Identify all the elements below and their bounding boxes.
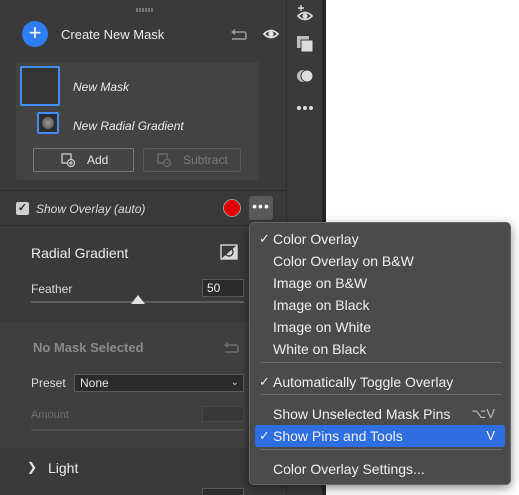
mask-thumbnail[interactable] [20,66,60,106]
component-name[interactable]: New Radial Gradient [73,119,184,133]
menu-item[interactable]: Image on Black [255,294,505,316]
panel-grip[interactable] [136,8,154,12]
no-mask-title: No Mask Selected [33,340,144,355]
menu-item-label: Image on Black [273,297,370,313]
create-mask-button[interactable]: + [22,21,48,47]
menu-item-label: Show Pins and Tools [273,428,403,444]
overlay-options-button[interactable]: ••• [249,196,273,220]
menu-item-label: Image on White [273,319,372,335]
add-button[interactable]: Add [33,148,134,172]
add-button-label: Add [87,153,109,167]
menu-separator [260,394,502,395]
overlap-circles-icon[interactable] [295,66,315,86]
subtract-button[interactable]: Subtract [143,148,241,172]
menu-item-shortcut: ⌥V [471,406,495,421]
divider [0,190,286,191]
menu-item-label: Color Overlay [273,231,359,247]
amount-slider-track [31,429,244,431]
light-value-input[interactable] [202,488,244,495]
show-overlay-label[interactable]: Show Overlay (auto) [36,202,145,216]
amount-value-input [202,406,244,422]
light-section: ❯ Light [0,448,286,495]
overlay-color-swatch[interactable] [223,199,241,217]
menu-item-label: White on Black [273,341,367,357]
menu-item-shortcut: V [486,428,495,443]
menu-item[interactable]: ✓ Show Pins and Tools V [255,425,505,447]
radial-gradient-section: Radial Gradient Feather 50 [0,226,286,322]
menu-item-label: Color Overlay Settings... [273,461,425,477]
masks-panel: + Create New Mask New Mask New Radial Gr… [0,0,286,495]
show-overlay-row: ✓ Show Overlay (auto) ••• [0,196,286,222]
feather-label: Feather [31,282,73,296]
menu-item[interactable]: Show Unselected Mask Pins ⌥V [255,403,505,425]
radial-gradient-thumbnail[interactable] [37,112,59,134]
preset-dropdown[interactable]: None ⌄ [74,374,244,392]
panel-title: Create New Mask [61,27,165,42]
menu-item[interactable]: Image on White [255,316,505,338]
menu-item-label: Show Unselected Mask Pins [273,406,451,422]
add-mask-icon [61,153,75,167]
invert-mask-icon[interactable] [220,244,238,260]
panel-header: + Create New Mask [0,18,286,52]
menu-item-label: Color Overlay on B&W [273,253,414,269]
menu-item-label: Automatically Toggle Overlay [273,374,454,390]
subtract-button-label: Subtract [183,153,228,167]
amount-label: Amount [31,409,69,421]
checkmark-icon: ✓ [259,374,270,389]
overlay-options-menu: ✓ Color Overlay Color Overlay on B&W Image … [249,222,511,485]
mask-list: New Mask New Radial Gradient Add Subtrac… [16,62,259,180]
feather-slider-thumb[interactable] [130,295,145,304]
menu-item-label: Image on B&W [273,275,368,291]
eye-icon[interactable] [263,27,279,41]
add-eye-icon[interactable] [295,4,315,24]
chevron-right-icon[interactable]: ❯ [27,460,37,474]
mask-name[interactable]: New Mask [73,80,129,94]
checkmark-icon: ✓ [259,428,270,443]
menu-item[interactable]: Color Overlay Settings... [255,458,505,480]
chevron-down-icon: ⌄ [230,377,239,388]
layers-icon[interactable] [295,34,315,54]
undo-icon[interactable] [230,26,248,42]
no-mask-section: No Mask Selected Preset None ⌄ Amount [0,322,286,448]
menu-separator [260,362,502,363]
feather-value-input[interactable]: 50 [202,279,244,297]
reset-icon[interactable] [224,340,240,354]
menu-item[interactable]: Image on B&W [255,272,505,294]
menu-item[interactable]: White on Black [255,338,505,360]
menu-item[interactable]: Color Overlay on B&W [255,250,505,272]
checkmark-icon: ✓ [259,231,270,246]
more-dots-icon[interactable] [295,98,315,118]
subtract-mask-icon [157,153,171,167]
section-title: Radial Gradient [31,245,129,261]
show-overlay-checkbox[interactable]: ✓ [16,202,29,215]
menu-item[interactable]: ✓ Color Overlay [255,228,505,250]
preset-label: Preset [31,376,66,390]
light-title[interactable]: Light [48,460,78,476]
menu-item[interactable]: ✓ Automatically Toggle Overlay [255,371,505,393]
preset-value: None [80,376,109,390]
menu-separator [260,449,502,450]
radial-gradient-icon [42,117,54,129]
